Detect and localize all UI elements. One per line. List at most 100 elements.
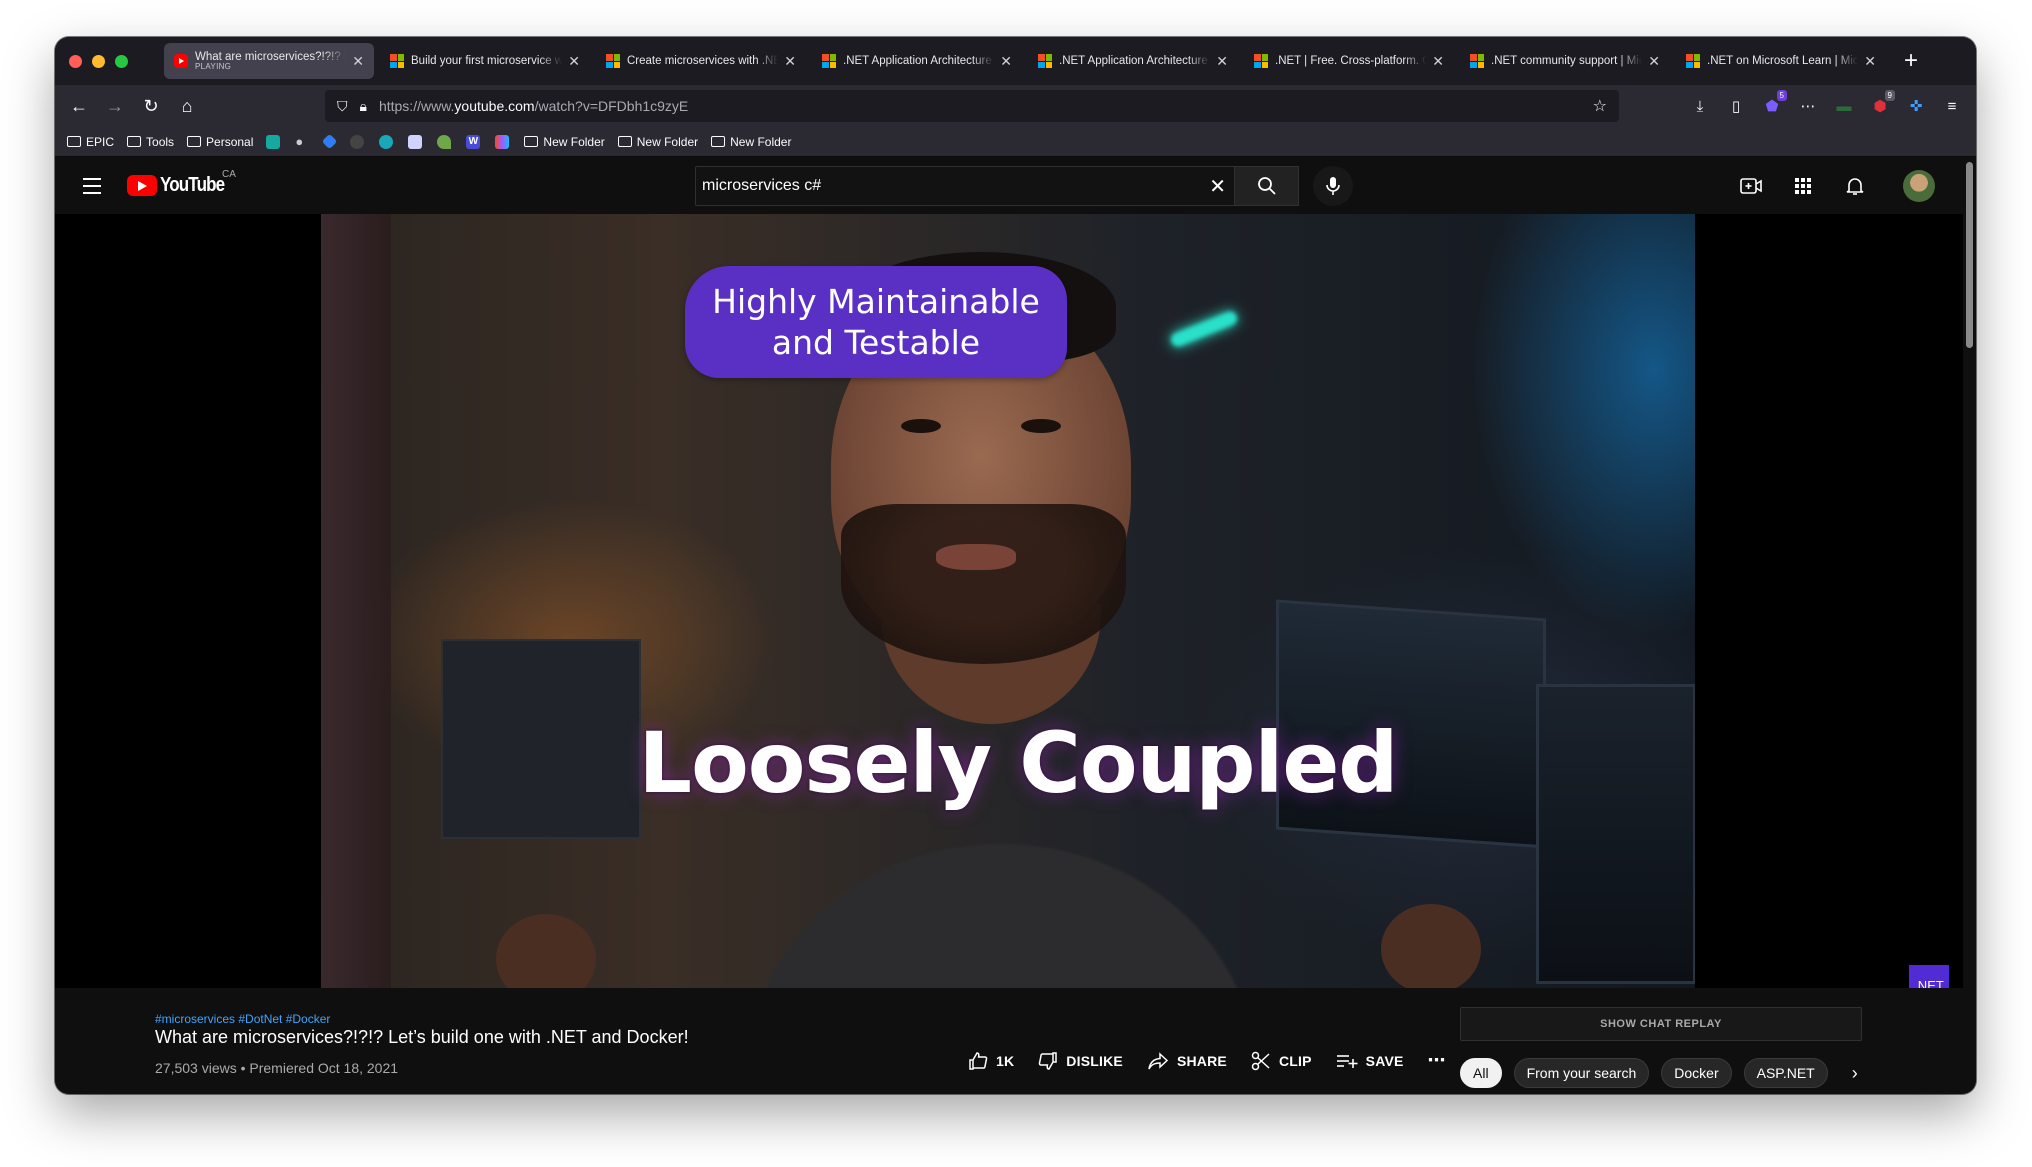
show-chat-replay-button[interactable]: SHOW CHAT REPLAY — [1460, 1007, 1862, 1041]
extension-green-icon[interactable]: ▬ — [1834, 96, 1854, 116]
region-code: CA — [222, 169, 236, 180]
video-actions: 1K DISLIKE SHARE CLIP SAVE ⋯ — [968, 1050, 1471, 1071]
folder-icon — [524, 136, 539, 147]
bookmark-diamond-icon[interactable] — [322, 133, 338, 150]
page-scrollbar[interactable] — [1963, 158, 1976, 1094]
bookmark-folder[interactable]: Tools — [127, 135, 174, 149]
microsoft-favicon-icon — [606, 54, 620, 68]
video-hashtags[interactable]: #microservices #DotNet #Docker — [155, 1012, 330, 1026]
chip-aspnet[interactable]: ASP.NET — [1743, 1058, 1828, 1088]
chip-all[interactable]: All — [1460, 1058, 1502, 1088]
related-filter-chips: All From your search Docker ASP.NET › — [1460, 1058, 1858, 1088]
extension-badge: 9 — [1884, 90, 1895, 101]
bookmark-w-icon[interactable]: W — [466, 134, 481, 149]
github-icon[interactable] — [350, 134, 365, 149]
tab-close-icon[interactable]: ✕ — [1648, 53, 1660, 70]
extension-dots-icon[interactable]: ⋯ — [1798, 96, 1818, 116]
bookmark-folder[interactable]: EPIC — [67, 135, 114, 149]
video-person-hand — [1381, 904, 1481, 988]
tab-youtube[interactable]: What are microservices?!?!? Le PLAYING ✕ — [164, 43, 374, 79]
tab-close-icon[interactable]: ✕ — [1432, 53, 1444, 70]
sidebar-icon[interactable]: ▯ — [1726, 96, 1746, 116]
new-tab-plus-icon[interactable]: + — [1904, 47, 1918, 75]
folder-icon — [187, 136, 202, 147]
tab-title: .NET Application Architecture — [843, 55, 992, 67]
address-bar[interactable]: ⛉ 🔒︎ https://www. youtube.com/watch?v=DFD… — [325, 90, 1619, 122]
video-player[interactable]: Highly Maintainable and Testable Loosely… — [55, 214, 1963, 1005]
window-controls — [69, 54, 128, 68]
tab-dotnet-free[interactable]: .NET | Free. Cross-platform. O ✕ — [1244, 43, 1454, 79]
like-count: 1K — [996, 1052, 1015, 1069]
bookmark-star-icon[interactable]: ☆ — [1593, 96, 1607, 116]
adblock-icon[interactable]: ⬢ 9 — [1870, 90, 1895, 116]
tab-close-icon[interactable]: ✕ — [1000, 53, 1012, 70]
clip-button[interactable]: CLIP — [1251, 1051, 1312, 1071]
bookmark-folder[interactable]: New Folder — [617, 135, 698, 149]
tab-close-icon[interactable]: ✕ — [784, 53, 796, 70]
minimize-window-button[interactable] — [92, 54, 105, 68]
create-video-icon[interactable] — [1739, 166, 1763, 206]
home-icon[interactable]: ⌂ — [169, 96, 205, 117]
chevron-right-icon[interactable]: › — [1852, 1063, 1858, 1084]
bookmark-folder[interactable]: New Folder — [711, 135, 791, 149]
tab-close-icon[interactable]: ✕ — [1864, 53, 1876, 70]
like-button[interactable]: 1K — [968, 1051, 1014, 1071]
bookmark-robot-icon[interactable] — [408, 134, 423, 149]
tab-create-microservices[interactable]: Create microservices with .NE ✕ — [596, 43, 806, 79]
dislike-button[interactable]: DISLIKE — [1038, 1051, 1123, 1071]
search-input[interactable]: microservices c# ✕ — [695, 166, 1235, 206]
share-button[interactable]: SHARE — [1147, 1051, 1227, 1070]
shield-icon[interactable]: ⛉ — [337, 98, 348, 115]
microsoft-favicon-icon — [1470, 54, 1484, 68]
notifications-bell-icon[interactable] — [1843, 166, 1867, 206]
scissors-icon — [1251, 1051, 1270, 1070]
scrollbar-thumb[interactable] — [1966, 162, 1973, 348]
bookmark-app-icon[interactable] — [266, 134, 281, 149]
url-prefix: https://www. — [378, 98, 455, 114]
video-person-hand — [496, 914, 596, 988]
youtube-logo[interactable]: YouTube CA — [127, 169, 236, 197]
tab-close-icon[interactable]: ✕ — [1216, 53, 1228, 70]
hamburger-menu-icon[interactable] — [83, 178, 101, 199]
chip-from-your-search[interactable]: From your search — [1513, 1058, 1650, 1088]
video-person-eye — [1021, 419, 1061, 433]
bookmark-folder[interactable]: Personal — [187, 135, 253, 149]
apple-icon[interactable]: ● — [295, 134, 309, 149]
tab-app-architecture-2[interactable]: .NET Application Architecture ✕ — [1028, 43, 1238, 79]
downloads-icon[interactable]: ⤓ — [1690, 96, 1710, 116]
menu-icon[interactable]: ≡ — [1942, 96, 1962, 116]
voice-search-button[interactable] — [1313, 166, 1353, 206]
maximize-window-button[interactable] — [115, 54, 128, 68]
bookmark-shield-icon[interactable] — [379, 134, 394, 149]
video-frame[interactable]: Highly Maintainable and Testable Loosely… — [321, 214, 1695, 988]
search-value: microservices c# — [702, 177, 822, 194]
tab-close-icon[interactable]: ✕ — [352, 53, 364, 70]
bookmark-folder[interactable]: New Folder — [524, 135, 605, 149]
search-button[interactable] — [1235, 166, 1299, 206]
video-light-glow — [1168, 309, 1240, 349]
tab-microsoft-learn[interactable]: .NET on Microsoft Learn | Mic ✕ — [1676, 43, 1886, 79]
avatar[interactable] — [1903, 170, 1935, 202]
extension-blue-icon[interactable]: ✜ — [1906, 96, 1926, 116]
lock-icon[interactable]: 🔒︎ — [360, 98, 367, 115]
forward-arrow-icon[interactable]: → — [97, 96, 133, 117]
tab-title: .NET community support | Mic — [1491, 55, 1643, 67]
clear-search-icon[interactable]: ✕ — [1209, 174, 1226, 199]
more-actions-icon[interactable]: ⋯ — [1428, 1050, 1447, 1071]
extension-purple-icon[interactable]: ⬟ 5 — [1762, 90, 1787, 116]
figma-icon[interactable] — [495, 134, 510, 149]
back-arrow-icon[interactable]: ← — [61, 96, 97, 117]
tab-community-support[interactable]: .NET community support | Mic ✕ — [1460, 43, 1670, 79]
folder-icon — [67, 136, 81, 147]
chip-docker[interactable]: Docker — [1661, 1058, 1732, 1088]
bookmark-leaf-icon[interactable] — [437, 134, 452, 149]
close-window-button[interactable] — [69, 54, 82, 68]
tab-build-microservice[interactable]: Build your first microservice wi ✕ — [380, 43, 590, 79]
youtube-header: YouTube CA microservices c# ✕ — [55, 158, 1963, 214]
save-button[interactable]: SAVE — [1336, 1053, 1404, 1069]
tab-app-architecture-1[interactable]: .NET Application Architecture ✕ — [812, 43, 1022, 79]
tab-close-icon[interactable]: ✕ — [568, 53, 580, 70]
tab-strip: What are microservices?!?!? Le PLAYING ✕… — [55, 37, 1976, 85]
reload-icon[interactable]: ↻ — [133, 96, 169, 117]
apps-grid-icon[interactable] — [1791, 166, 1815, 206]
